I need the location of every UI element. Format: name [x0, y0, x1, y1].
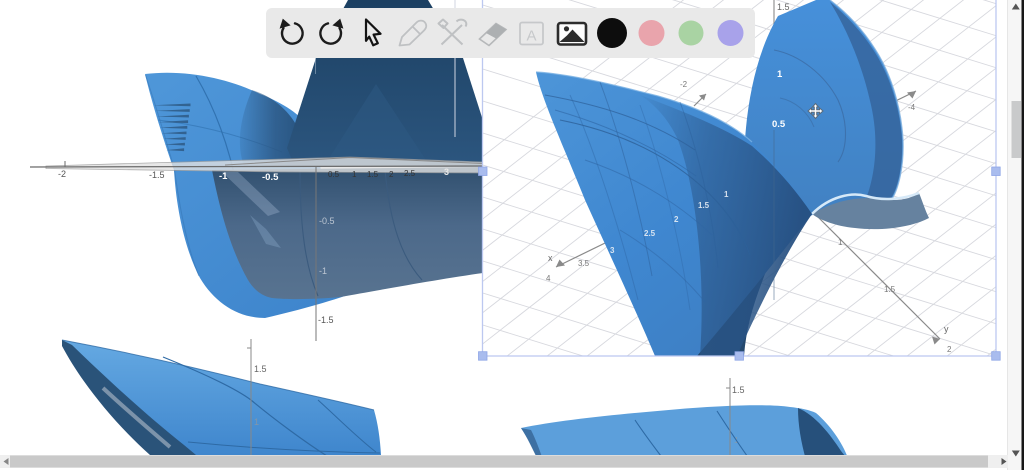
svg-text:1.5: 1.5	[698, 201, 710, 210]
svg-text:2.5: 2.5	[404, 169, 416, 178]
svg-text:2: 2	[674, 215, 679, 224]
svg-text:-1: -1	[319, 266, 327, 276]
svg-text:1: 1	[254, 417, 259, 427]
svg-text:2.5: 2.5	[644, 229, 656, 238]
svg-text:1.5: 1.5	[884, 285, 896, 294]
svg-text:A: A	[526, 28, 536, 45]
svg-text:0.5: 0.5	[772, 119, 786, 130]
svg-text:1: 1	[724, 190, 729, 199]
svg-text:y: y	[944, 324, 949, 334]
svg-text:-0.5: -0.5	[319, 216, 335, 226]
svg-text:1: 1	[352, 170, 357, 179]
svg-text:3.5: 3.5	[578, 259, 590, 268]
svg-text:-1: -1	[219, 171, 228, 182]
svg-text:-1.5: -1.5	[318, 315, 334, 325]
svg-text:1.5: 1.5	[254, 364, 267, 374]
svg-text:1.5: 1.5	[732, 385, 745, 395]
svg-text:1: 1	[838, 238, 843, 247]
svg-text:3: 3	[444, 167, 449, 177]
svg-text:0.5: 0.5	[328, 170, 340, 179]
svg-text:-0.5: -0.5	[262, 172, 279, 183]
svg-text:2: 2	[389, 170, 394, 179]
svg-text:-2: -2	[680, 80, 688, 89]
svg-text:2: 2	[947, 345, 952, 354]
svg-text:3: 3	[610, 246, 615, 255]
svg-text:4: 4	[546, 274, 551, 283]
svg-text:1.5: 1.5	[777, 2, 790, 12]
svg-text:-2: -2	[58, 169, 66, 179]
svg-text:x: x	[548, 253, 553, 263]
svg-text:1.5: 1.5	[367, 170, 379, 179]
svg-text:1: 1	[777, 69, 783, 80]
svg-text:-1.5: -1.5	[149, 170, 165, 180]
svg-text:-4: -4	[908, 103, 916, 112]
